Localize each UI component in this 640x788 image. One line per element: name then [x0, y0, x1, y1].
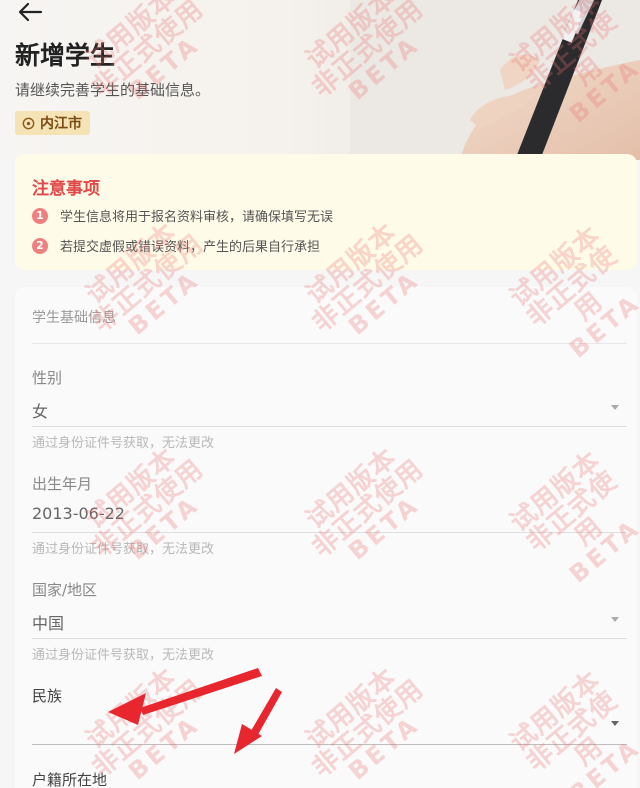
notice-title: 注意事项 — [32, 179, 100, 199]
notice-item: 2 若提交虚假或错误资料，产生的后果自行承担 — [32, 236, 320, 255]
page-subtitle: 请继续完善学生的基础信息。 — [15, 81, 211, 99]
location-target-icon — [22, 117, 35, 129]
household-label: 户籍所在地 — [32, 771, 108, 788]
arrow-left-icon — [18, 2, 43, 22]
number-badge: 1 — [32, 207, 48, 224]
student-info-form: 学生基础信息 性别 女 通过身份证件号获取，无法更改 出生年月 2013-06-… — [15, 287, 637, 788]
number-badge: 2 — [32, 237, 48, 254]
chevron-down-icon — [611, 405, 619, 410]
gender-select[interactable]: 女 — [32, 398, 48, 422]
gender-label: 性别 — [32, 369, 63, 387]
notice-item-text: 学生信息将用于报名资料审核，请确保填写无误 — [60, 210, 334, 225]
birth-label: 出生年月 — [32, 475, 93, 493]
gender-hint: 通过身份证件号获取，无法更改 — [32, 436, 215, 451]
country-hint: 通过身份证件号获取，无法更改 — [32, 648, 215, 663]
back-button[interactable] — [14, 0, 46, 24]
ethnicity-label: 民族 — [32, 687, 63, 705]
divider — [32, 638, 627, 639]
ethnicity-select[interactable] — [32, 716, 592, 740]
divider — [32, 532, 627, 533]
notice-item-text: 若提交虚假或错误资料，产生的后果自行承担 — [60, 240, 321, 255]
location-chip[interactable]: 内江市 — [15, 111, 90, 135]
header-hand-pen-photo — [350, 0, 640, 160]
birth-field[interactable]: 2013-06-22 — [32, 504, 125, 523]
header: 新增学生 请继续完善学生的基础信息。 内江市 — [0, 0, 640, 160]
divider — [32, 744, 627, 745]
section-title: 学生基础信息 — [32, 310, 116, 326]
page-title: 新增学生 — [15, 41, 116, 70]
chevron-down-icon — [611, 617, 619, 622]
divider — [32, 343, 627, 344]
notice-card: 注意事项 1 学生信息将用于报名资料审核，请确保填写无误 2 若提交虚假或错误资… — [15, 154, 637, 270]
divider — [32, 426, 627, 427]
country-select[interactable]: 中国 — [32, 610, 64, 634]
country-label: 国家/地区 — [32, 581, 98, 599]
page: 新增学生 请继续完善学生的基础信息。 内江市 注意事项 1 学生信息将用于报名资… — [0, 0, 640, 788]
notice-item: 1 学生信息将用于报名资料审核，请确保填写无误 — [32, 206, 333, 225]
location-label: 内江市 — [40, 116, 82, 132]
chevron-down-icon — [611, 721, 619, 726]
birth-hint: 通过身份证件号获取，无法更改 — [32, 542, 215, 557]
